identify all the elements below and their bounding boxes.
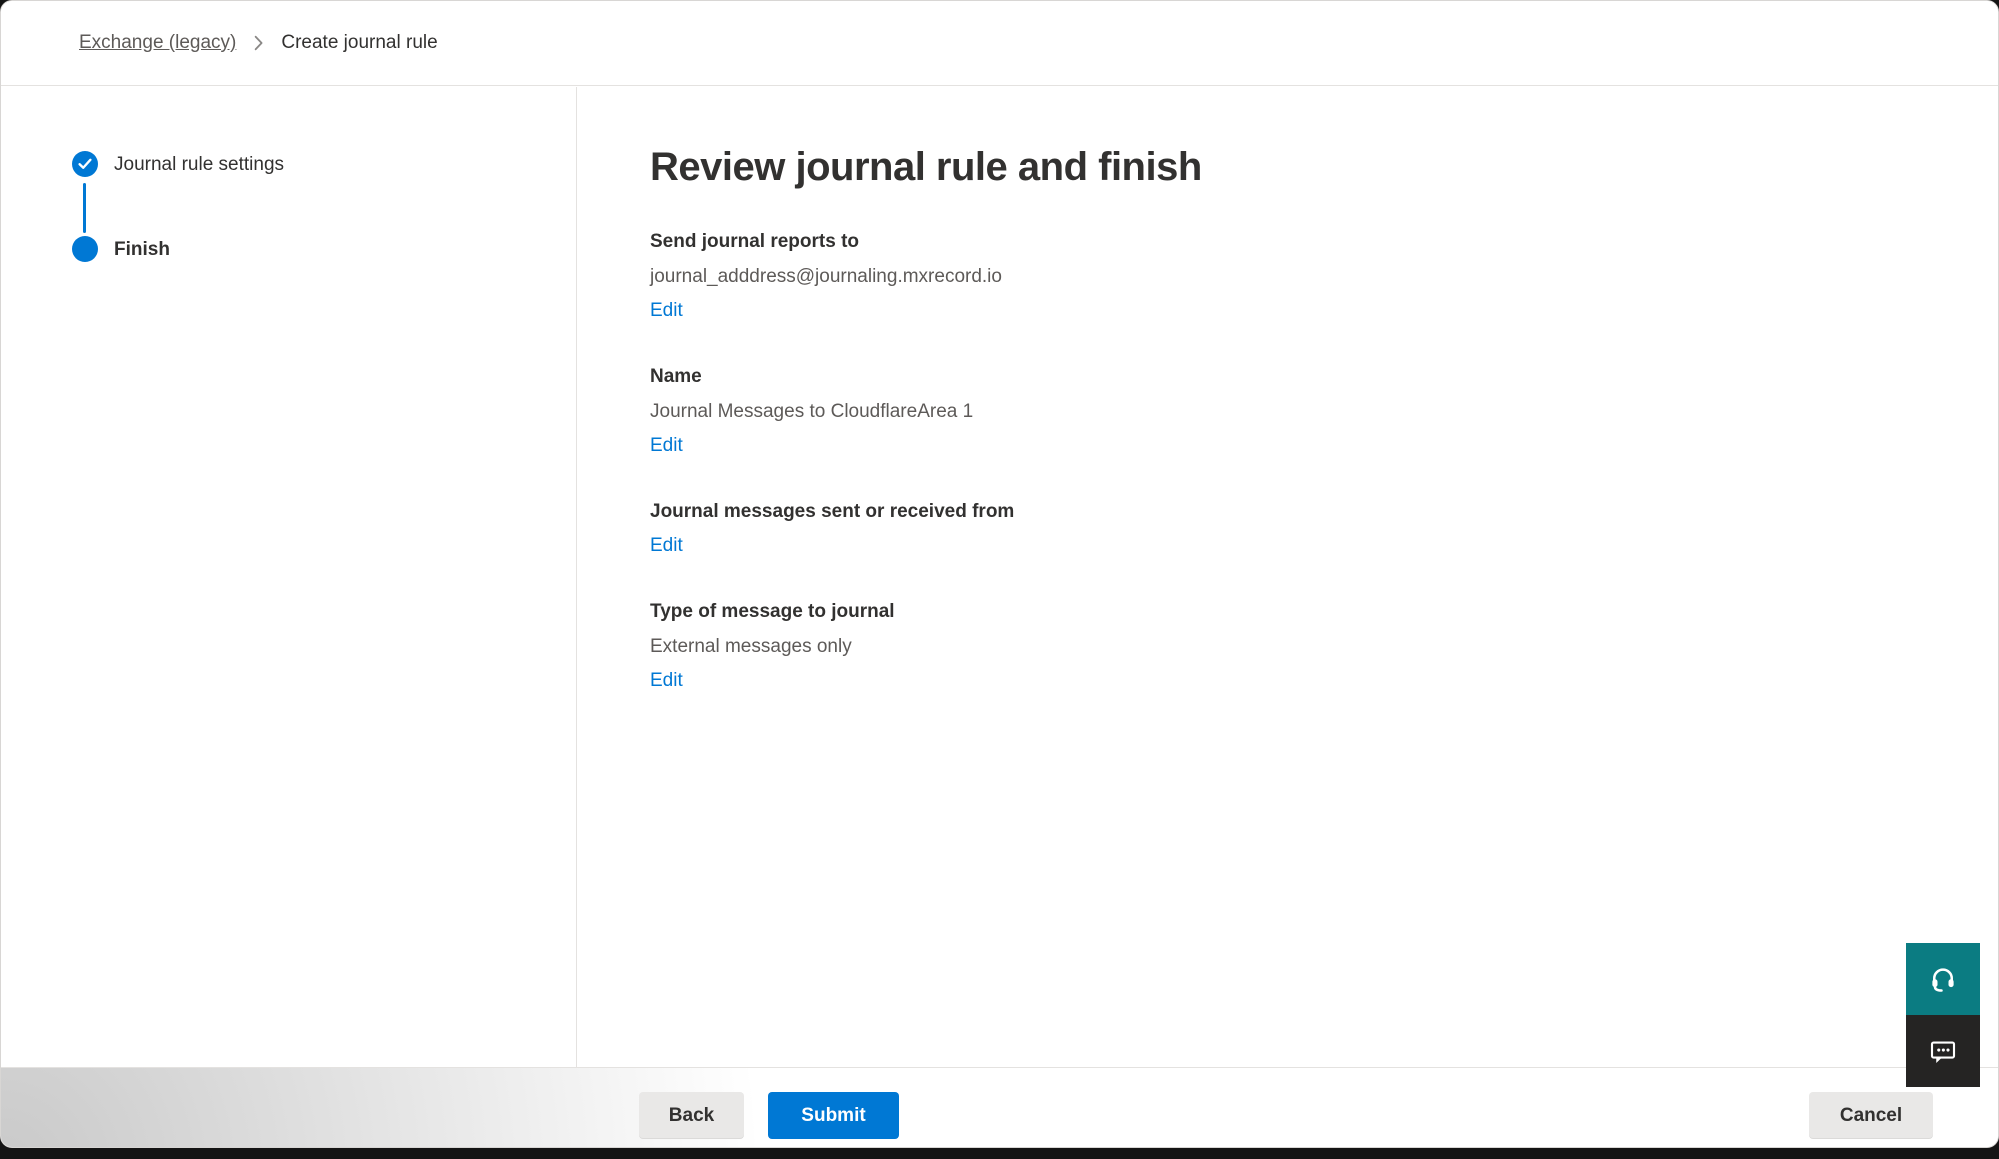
rule-name-value: Journal Messages to CloudflareArea 1 [650,399,1650,425]
section-label: Send journal reports to [650,229,1650,255]
breadcrumb: Exchange (legacy) Create journal rule [1,1,1998,86]
section-label: Name [650,364,1650,390]
section-send-journal-reports-to: Send journal reports to journal_adddress… [650,229,1650,324]
headset-icon [1928,964,1958,994]
screen-background: Exchange (legacy) Create journal rule Jo… [0,0,1999,1159]
section-journal-messages-scope: Journal messages sent or received from E… [650,499,1650,559]
edit-message-type-link[interactable]: Edit [650,668,683,694]
edit-name-link[interactable]: Edit [650,433,683,459]
exchange-admin-window: Exchange (legacy) Create journal rule Jo… [0,0,1999,1148]
wizard-step-journal-rule-settings[interactable]: Journal rule settings [114,154,284,176]
edit-send-journal-reports-link[interactable]: Edit [650,298,683,324]
submit-button[interactable]: Submit [768,1092,899,1139]
help-button[interactable] [1906,943,1980,1015]
step-connector-line [83,183,86,233]
wizard-footer: Back Submit Cancel [1,1067,1998,1148]
journal-report-address-value: journal_adddress@journaling.mxrecord.io [650,264,1650,290]
breadcrumb-exchange-legacy-link[interactable]: Exchange (legacy) [79,32,236,54]
message-type-value: External messages only [650,634,1650,660]
review-pane: Review journal rule and finish Send jour… [650,141,1650,734]
step-current-icon [72,236,98,262]
edit-scope-link[interactable]: Edit [650,533,683,559]
back-button[interactable]: Back [639,1092,744,1139]
page-title: Review journal rule and finish [650,141,1650,193]
feedback-bubble-icon [1928,1036,1958,1066]
section-message-type: Type of message to journal External mess… [650,599,1650,694]
section-label: Journal messages sent or received from [650,499,1650,525]
wizard-steps-panel: Journal rule settings Finish [1,87,577,1067]
breadcrumb-current-page: Create journal rule [281,32,437,54]
section-label: Type of message to journal [650,599,1650,625]
section-name: Name Journal Messages to CloudflareArea … [650,364,1650,459]
chevron-right-icon [253,35,264,51]
feedback-button[interactable] [1906,1015,1980,1087]
wizard-step-finish[interactable]: Finish [114,239,170,261]
cancel-button[interactable]: Cancel [1809,1092,1933,1139]
step-completed-icon [72,151,98,177]
